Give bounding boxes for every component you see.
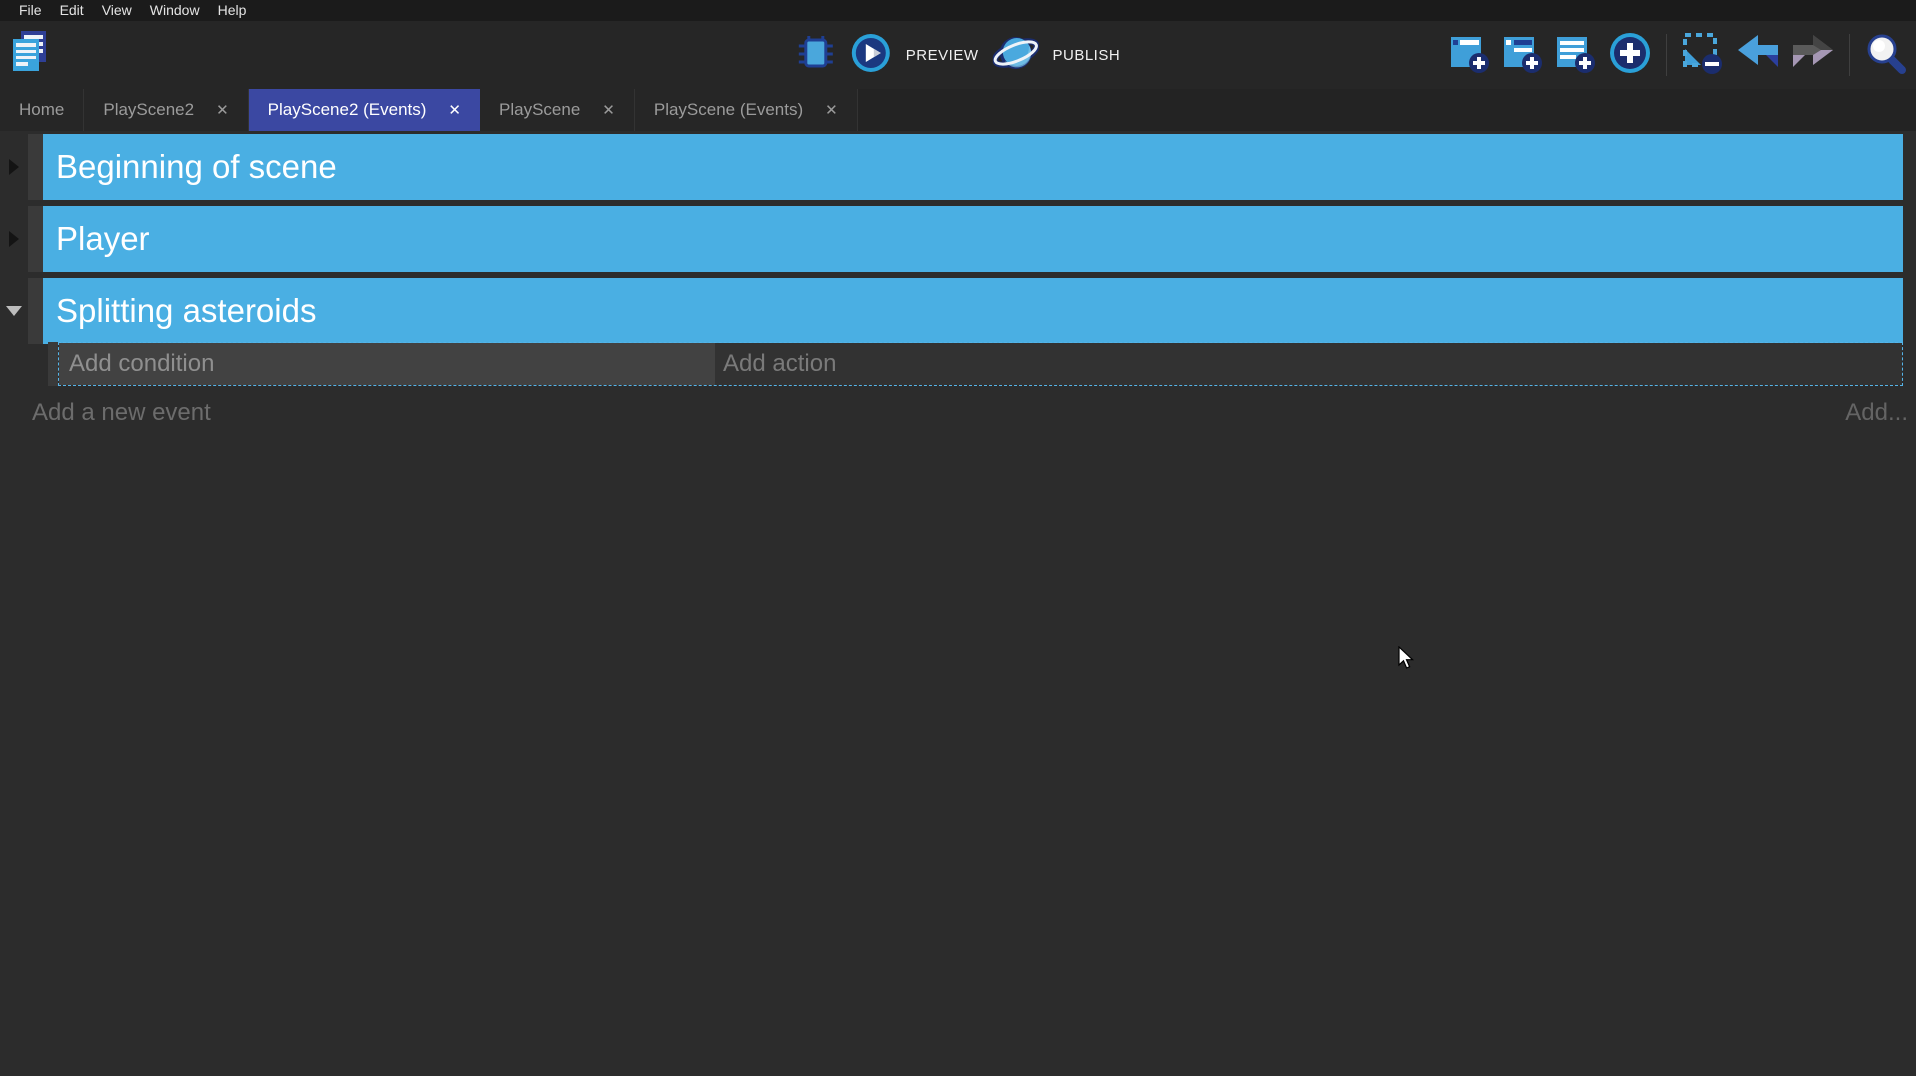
tab-bar-spacer (858, 89, 1916, 131)
add-subevent-icon (1502, 31, 1544, 80)
event-group-title: Splitting asteroids (56, 292, 316, 330)
toolbar-separator (1666, 34, 1667, 76)
add-event-button[interactable] (1449, 31, 1491, 80)
right-margin (1903, 134, 1916, 200)
event-selection-box: Add condition Add action (58, 342, 1903, 386)
menu-help[interactable]: Help (209, 0, 256, 21)
add-more-button[interactable]: Add... (1845, 399, 1908, 427)
project-manager-icon (9, 27, 49, 82)
tab-home[interactable]: Home (0, 89, 84, 131)
preview-button-label[interactable]: PREVIEW (906, 47, 979, 64)
add-comment-icon (1555, 31, 1597, 80)
menu-view[interactable]: View (93, 0, 141, 21)
project-manager-button[interactable] (9, 27, 49, 82)
event-drag-handle[interactable] (48, 342, 58, 386)
close-icon[interactable]: ✕ (602, 101, 615, 119)
event-gutter (0, 206, 28, 272)
selected-empty-event-row: Add condition Add action (0, 342, 1916, 386)
preview-button[interactable] (850, 32, 892, 79)
right-margin (1903, 342, 1916, 386)
delete-selection-icon (1681, 31, 1725, 80)
tab-label: PlayScene (499, 100, 580, 120)
close-icon[interactable]: ✕ (216, 101, 229, 119)
event-group-row: Splitting asteroids (0, 278, 1916, 344)
event-group-bar[interactable]: Splitting asteroids (43, 278, 1903, 344)
tab-playscene2[interactable]: PlayScene2 ✕ (84, 89, 248, 131)
search-icon (1864, 32, 1906, 79)
event-group-title: Player (56, 220, 150, 258)
menu-edit[interactable]: Edit (51, 0, 93, 21)
right-margin (1903, 206, 1916, 272)
event-group-row: Player (0, 206, 1916, 272)
expand-arrow-icon[interactable] (9, 231, 19, 247)
menu-bar: File Edit View Window Help (0, 0, 1916, 21)
event-gutter (0, 342, 48, 386)
add-action-button[interactable]: Add action (715, 343, 1902, 385)
right-margin (1903, 278, 1916, 344)
publish-button-label[interactable]: PUBLISH (1052, 47, 1120, 64)
preview-play-icon (850, 32, 892, 79)
event-group-bar[interactable]: Beginning of scene (43, 134, 1903, 200)
tab-bar: Home PlayScene2 ✕ PlayScene2 (Events) ✕ … (0, 89, 1916, 131)
add-event-icon (1449, 31, 1491, 80)
publish-planet-icon (992, 32, 1038, 79)
close-icon[interactable]: ✕ (448, 101, 461, 119)
toolbar-separator (1849, 34, 1850, 76)
main-toolbar: PREVIEW PUBLISH (0, 21, 1916, 89)
redo-icon (1791, 33, 1835, 78)
redo-button[interactable] (1791, 33, 1835, 78)
event-group-bar[interactable]: Player (43, 206, 1903, 272)
debugger-button[interactable] (796, 32, 836, 79)
add-comment-button[interactable] (1555, 31, 1597, 80)
add-new-event-button[interactable]: Add a new event (32, 399, 211, 427)
tab-label: PlayScene (Events) (654, 100, 803, 120)
gdevelop-window: File Edit View Window Help (0, 0, 1916, 1076)
debugger-bug-icon (796, 32, 836, 79)
event-drag-handle[interactable] (28, 134, 43, 200)
publish-button[interactable] (992, 32, 1038, 79)
event-drag-handle[interactable] (28, 206, 43, 272)
toolbar-center-group: PREVIEW PUBLISH (796, 32, 1120, 79)
tab-playscene-events[interactable]: PlayScene (Events) ✕ (635, 89, 858, 131)
mouse-cursor (1398, 646, 1420, 677)
delete-selection-button[interactable] (1681, 31, 1725, 80)
menu-file[interactable]: File (10, 0, 51, 21)
tab-label: PlayScene2 (Events) (268, 100, 427, 120)
tab-playscene2-events[interactable]: PlayScene2 (Events) ✕ (249, 89, 480, 131)
tab-label: PlayScene2 (103, 100, 194, 120)
add-subevent-button[interactable] (1502, 31, 1544, 80)
collapse-arrow-icon[interactable] (6, 306, 22, 316)
events-sheet: Beginning of scene Player Splitting aste… (0, 131, 1916, 433)
undo-button[interactable] (1736, 33, 1780, 78)
events-footer-row: Add a new event Add... (0, 393, 1916, 433)
add-other-event-icon (1608, 31, 1652, 80)
event-group-title: Beginning of scene (56, 148, 337, 186)
menu-window[interactable]: Window (141, 0, 209, 21)
event-gutter (0, 278, 28, 344)
close-icon[interactable]: ✕ (825, 101, 838, 119)
expand-arrow-icon[interactable] (9, 159, 19, 175)
undo-icon (1736, 33, 1780, 78)
tab-playscene[interactable]: PlayScene ✕ (480, 89, 635, 131)
event-drag-handle[interactable] (28, 278, 43, 344)
add-other-event-button[interactable] (1608, 31, 1652, 80)
event-group-row: Beginning of scene (0, 134, 1916, 200)
search-events-button[interactable] (1864, 32, 1906, 79)
tab-label: Home (19, 100, 64, 120)
toolbar-right-group (1449, 21, 1906, 89)
event-gutter (0, 134, 28, 200)
add-condition-button[interactable]: Add condition (59, 343, 715, 385)
